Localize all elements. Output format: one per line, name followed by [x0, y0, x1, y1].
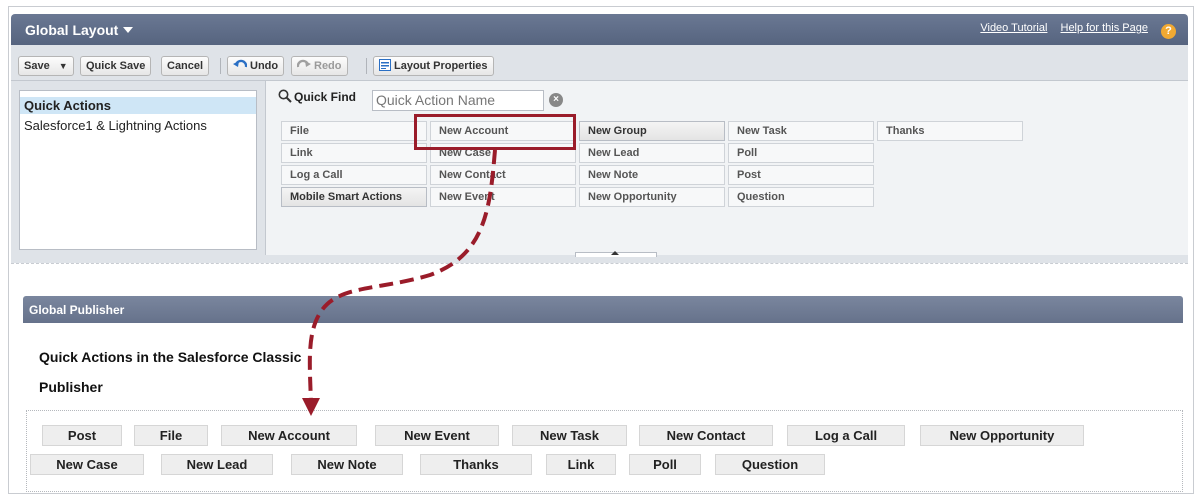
publisher-action-new-task[interactable]: New Task: [512, 425, 627, 446]
global-publisher-header: Global Publisher: [23, 296, 1183, 323]
video-tutorial-link[interactable]: Video Tutorial: [980, 22, 1047, 34]
header-links: Video Tutorial Help for this Page ?: [970, 22, 1176, 39]
publisher-action-question[interactable]: Question: [715, 454, 825, 475]
publisher-action-new-lead[interactable]: New Lead: [161, 454, 273, 475]
publisher-action-new-event[interactable]: New Event: [375, 425, 499, 446]
save-dropdown-icon[interactable]: ▼: [59, 61, 68, 71]
publisher-action-new-contact[interactable]: New Contact: [639, 425, 773, 446]
palette-item-new-task[interactable]: New Task: [728, 121, 874, 141]
palette-item-new-event[interactable]: New Event: [430, 187, 576, 207]
new-account-highlight-box: [414, 114, 576, 150]
redo-icon: [297, 59, 311, 68]
toolbar: Save ▼ Quick Save Cancel Undo Redo Layou…: [11, 45, 1188, 81]
palette-panel: Quick Actions Salesforce1 & Lightning Ac…: [11, 81, 1188, 263]
publisher-action-log-a-call[interactable]: Log a Call: [787, 425, 905, 446]
publisher-action-new-account[interactable]: New Account: [221, 425, 357, 446]
save-button[interactable]: Save ▼: [18, 56, 74, 76]
chevron-down-icon: [123, 27, 134, 33]
category-item-quick-actions[interactable]: Quick Actions: [20, 97, 256, 114]
quick-find-label: Quick Find: [294, 90, 357, 104]
palette-items-pane: Quick Find Quick Action Name × File Link L…: [265, 81, 1188, 257]
layout-title: Global Layout: [25, 22, 119, 38]
chevron-up-icon[interactable]: [611, 251, 619, 255]
help-link[interactable]: Help for this Page: [1061, 22, 1148, 34]
publisher-action-thanks[interactable]: Thanks: [420, 454, 532, 475]
palette-item-poll[interactable]: Poll: [728, 143, 874, 163]
quick-find-input[interactable]: Quick Action Name: [372, 90, 544, 111]
search-icon: [278, 89, 292, 103]
palette-item-log-a-call[interactable]: Log a Call: [281, 165, 427, 185]
cancel-button[interactable]: Cancel: [161, 56, 210, 76]
publisher-actions-box: Post File New Account New Event New Task New …: [26, 410, 1183, 492]
publisher-action-new-opportunity[interactable]: New Opportunity: [920, 425, 1084, 446]
palette-item-new-contact[interactable]: New Contact: [430, 165, 576, 185]
clear-search-icon[interactable]: ×: [549, 93, 563, 107]
quick-save-button[interactable]: Quick Save: [80, 56, 152, 76]
palette-item-new-note[interactable]: New Note: [579, 165, 725, 185]
publisher-action-new-case[interactable]: New Case: [30, 454, 144, 475]
publisher-action-new-note[interactable]: New Note: [291, 454, 403, 475]
layout-title-dropdown[interactable]: Global Layout: [25, 22, 134, 38]
palette-item-new-opportunity[interactable]: New Opportunity: [579, 187, 725, 207]
palette-item-thanks[interactable]: Thanks: [877, 121, 1023, 141]
undo-label: Undo: [250, 60, 279, 72]
publisher-action-poll[interactable]: Poll: [629, 454, 701, 475]
section-title-line1: Quick Actions in the Salesforce Classic: [39, 349, 302, 365]
quick-find: Quick Find: [278, 89, 356, 104]
toolbar-divider: [220, 58, 221, 74]
toolbar-divider: [366, 58, 367, 74]
save-label: Save: [24, 60, 50, 72]
palette-item-link[interactable]: Link: [281, 143, 427, 163]
publisher-action-file[interactable]: File: [134, 425, 208, 446]
palette-item-new-lead[interactable]: New Lead: [579, 143, 725, 163]
palette-item-new-group[interactable]: New Group: [579, 121, 725, 141]
publisher-action-link[interactable]: Link: [546, 454, 616, 475]
palette-item-file[interactable]: File: [281, 121, 427, 141]
palette-item-post[interactable]: Post: [728, 165, 874, 185]
help-icon[interactable]: ?: [1161, 24, 1176, 39]
category-item-salesforce1-lightning-actions[interactable]: Salesforce1 & Lightning Actions: [20, 117, 256, 134]
redo-label: Redo: [314, 60, 342, 72]
layout-properties-button[interactable]: Layout Properties: [373, 56, 494, 76]
undo-button[interactable]: Undo: [227, 56, 285, 76]
category-list: Quick Actions Salesforce1 & Lightning Ac…: [19, 90, 257, 250]
window-titlebar: Global Layout Video Tutorial Help for th…: [11, 14, 1188, 45]
palette-item-mobile-smart-actions[interactable]: Mobile Smart Actions: [281, 187, 427, 207]
undo-icon: [233, 59, 247, 68]
section-title-line2: Publisher: [39, 379, 103, 395]
palette-item-question[interactable]: Question: [728, 187, 874, 207]
redo-button[interactable]: Redo: [291, 56, 348, 76]
publisher-action-post[interactable]: Post: [42, 425, 122, 446]
global-publisher-title: Global Publisher: [29, 303, 125, 317]
layout-properties-label: Layout Properties: [394, 60, 488, 72]
layout-properties-icon: [379, 59, 391, 71]
